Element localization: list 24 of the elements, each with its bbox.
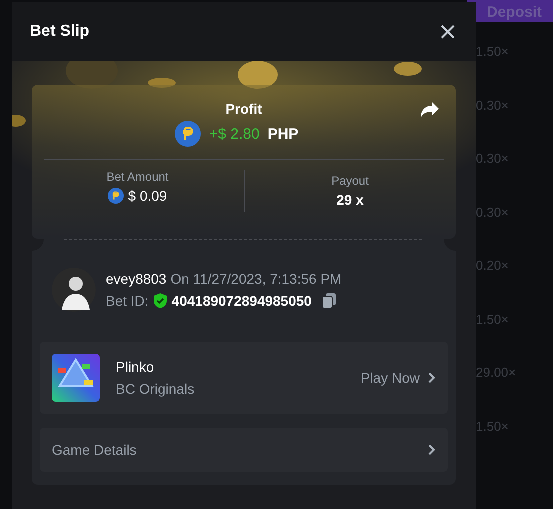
profit-label: Profit	[226, 101, 262, 117]
play-now-button[interactable]: Play Now	[360, 370, 436, 386]
game-details-button[interactable]: Game Details	[40, 428, 448, 472]
bet-date: On 11/27/2023, 7:13:56 PM	[170, 271, 342, 287]
payout-label: Payout	[332, 174, 369, 188]
copy-icon[interactable]	[322, 293, 337, 309]
bet-amount-value: $ 0.09	[128, 188, 168, 204]
profit-amount: +$ 2.80	[209, 126, 260, 142]
username: evey8803	[106, 271, 167, 287]
avatar	[52, 268, 96, 312]
modal-title: Bet Slip	[30, 22, 90, 40]
close-button[interactable]	[440, 24, 456, 40]
peso-coin-icon	[175, 121, 202, 147]
game-provider: BC Originals	[116, 381, 196, 397]
game-name: Plinko	[116, 359, 156, 375]
currency-text: PHP	[268, 126, 299, 142]
share-icon[interactable]	[420, 101, 440, 119]
bet-id: 404189072894985050	[172, 293, 312, 309]
chevron-icon	[428, 372, 436, 384]
chevron-icon	[428, 444, 436, 456]
peso-coin-icon	[108, 188, 124, 204]
bet-amount-label: Bet Amount	[106, 170, 169, 184]
payout-value: 29 x	[336, 192, 364, 208]
bet-id-label: Bet ID:	[106, 293, 149, 309]
